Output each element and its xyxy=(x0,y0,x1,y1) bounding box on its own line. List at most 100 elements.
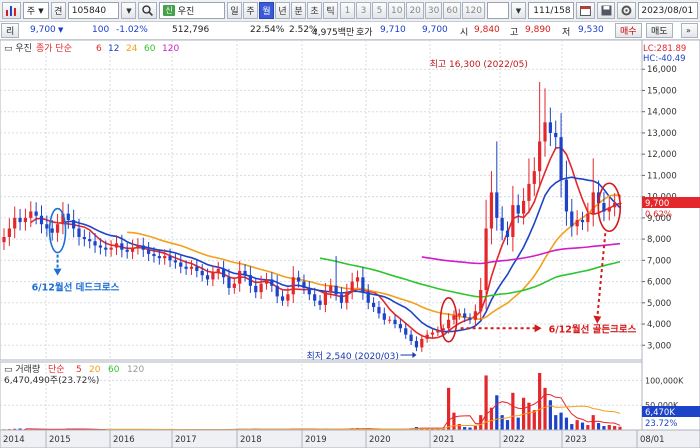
candle-body xyxy=(382,313,386,320)
volume-legend-ma-period: 20 xyxy=(89,365,101,375)
price-legend-ma-title: 종가 단순 xyxy=(36,43,72,54)
minute-input[interactable] xyxy=(487,2,509,19)
x-tick-label: 2020 xyxy=(369,435,391,445)
settings-button[interactable] xyxy=(617,2,637,19)
candle-body xyxy=(82,236,86,240)
minute-button[interactable]: 10 xyxy=(388,2,406,19)
save-button[interactable] xyxy=(596,2,616,19)
candle-body xyxy=(500,217,504,231)
minute-button[interactable]: 5 xyxy=(372,2,387,19)
candle-body xyxy=(361,277,365,293)
record-count-button[interactable]: ▼ xyxy=(510,2,526,19)
search-icon xyxy=(142,5,154,17)
quote-bar: 리 9,700 ▼ 100 -1.02% 512,796 22.54% 2.52… xyxy=(0,22,700,40)
period-minute-button[interactable]: 분 xyxy=(291,2,306,19)
chevron-down-icon: ▼ xyxy=(126,6,132,15)
candle-body xyxy=(125,249,129,252)
volume-legend-ma-period: 5 xyxy=(76,365,82,375)
candle-body xyxy=(484,228,488,291)
high-price: 9,890 xyxy=(525,25,551,35)
price-tick-label: 7,000 xyxy=(647,256,671,266)
period-tick-button[interactable]: 틱 xyxy=(323,2,338,19)
open-price: 9,840 xyxy=(474,25,500,35)
candle-body xyxy=(479,290,483,312)
candle-body xyxy=(398,324,402,329)
candle-body xyxy=(189,266,194,269)
candle-body xyxy=(29,211,33,218)
candle-body xyxy=(521,200,526,214)
candle-body xyxy=(388,319,392,321)
record-count-field[interactable]: 111 /158 xyxy=(527,2,574,19)
candle-body xyxy=(270,279,274,286)
minute-button[interactable]: 20 xyxy=(406,2,424,19)
chart-background xyxy=(0,40,700,448)
candle-body xyxy=(163,256,167,259)
volume-legend-ma-title: 단순 xyxy=(48,364,65,375)
market-type-select[interactable]: 주 ▼ xyxy=(22,2,49,19)
price-tick-label: 8,000 xyxy=(647,235,671,245)
candle-body xyxy=(377,307,381,314)
candle-body xyxy=(55,224,60,233)
chart-menu-button[interactable] xyxy=(2,2,21,19)
buy-button[interactable]: 매수 xyxy=(615,23,642,38)
stock-code-input[interactable]: 105840 xyxy=(67,2,120,19)
volume-bar xyxy=(548,400,552,430)
candle-body xyxy=(554,132,558,138)
candle-body xyxy=(248,275,253,286)
candle-body xyxy=(45,224,49,229)
quote-list-button[interactable]: 리 xyxy=(1,23,20,38)
minute-button[interactable]: 1 xyxy=(340,2,355,19)
candle-body xyxy=(339,294,344,303)
period-day-button[interactable]: 일 xyxy=(227,2,242,19)
more-button[interactable]: » xyxy=(681,23,698,38)
x-tick-label: 08/01 xyxy=(640,435,665,445)
minute-button[interactable]: 30 xyxy=(424,2,443,19)
stock-name-field[interactable]: 신 우진 xyxy=(159,2,225,19)
candle-body xyxy=(104,247,108,250)
candle-body xyxy=(586,213,590,223)
minute-button[interactable]: 60 xyxy=(443,2,461,19)
candle-body xyxy=(50,228,54,233)
candle-body xyxy=(184,266,188,269)
volume-legend-title: ▭ 거래량 xyxy=(4,363,40,375)
ask-price: 9,700 xyxy=(422,25,448,35)
end-date-field[interactable]: 2023/08/01 xyxy=(638,2,698,19)
period-month-button[interactable]: 월 xyxy=(259,2,274,19)
low-annotation: 최저 2,540 (2020/03) xyxy=(306,351,398,362)
candle-body xyxy=(452,315,456,320)
search-button[interactable] xyxy=(138,2,158,19)
period-buttons: 일 주 월 년 분 초 틱 xyxy=(227,2,338,19)
volume-bar xyxy=(559,412,563,430)
period-second-button[interactable]: 초 xyxy=(307,2,322,19)
credit-badge: 신 xyxy=(163,5,175,16)
calendar-button[interactable] xyxy=(575,2,595,19)
stock-chart[interactable]: 3,0004,0005,0006,0007,0008,0009,00010,00… xyxy=(0,39,700,448)
sell-button[interactable]: 매도 xyxy=(646,23,673,38)
candle-body xyxy=(318,300,322,305)
x-tick-label: 2017 xyxy=(175,435,197,445)
volume-legend-ma-period: 60 xyxy=(108,365,120,375)
chart-area[interactable]: 3,0004,0005,0006,0007,0008,0009,00010,00… xyxy=(0,39,700,448)
candle-body xyxy=(473,311,477,320)
x-tick-label: 2021 xyxy=(433,435,455,445)
current-price: 9,700 xyxy=(30,25,56,35)
candle-body xyxy=(39,215,44,225)
candle-body xyxy=(66,213,70,220)
x-tick-label: 2014 xyxy=(3,435,25,445)
candle-body xyxy=(141,245,145,250)
candle-body xyxy=(297,277,301,282)
code-dropdown-button[interactable]: ▼ xyxy=(121,2,137,19)
candle-body xyxy=(222,268,226,278)
save-icon xyxy=(601,5,611,16)
minute-button[interactable]: 3 xyxy=(356,2,371,19)
period-week-button[interactable]: 주 xyxy=(243,2,258,19)
bid-price: 9,710 xyxy=(380,25,406,35)
minute-button[interactable]: 120 xyxy=(461,2,485,19)
low-price: 9,530 xyxy=(578,25,604,35)
period-year-button[interactable]: 년 xyxy=(275,2,290,19)
trade-value: 4,975백만 xyxy=(312,28,355,38)
volume-bar xyxy=(580,422,585,430)
candle-body xyxy=(613,203,617,208)
period-tab[interactable]: 견 xyxy=(50,2,66,19)
candle-body xyxy=(538,141,542,172)
